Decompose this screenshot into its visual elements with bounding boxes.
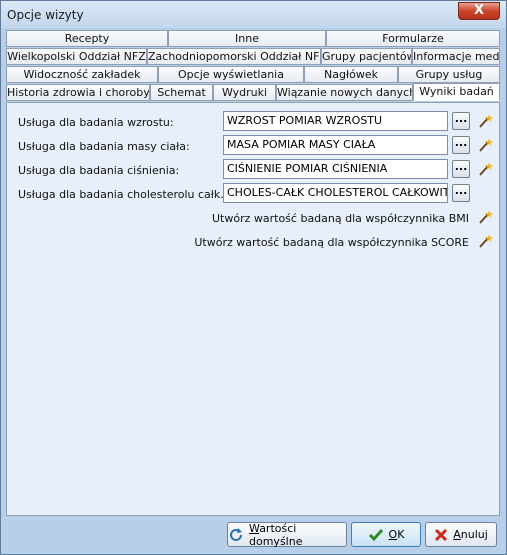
wand-icon[interactable] [477,233,493,249]
tab-wyniki-badan[interactable]: Wyniki badań [413,83,500,101]
pressure-service-field[interactable]: CIŚNIENIE POMIAR CIŚNIENIA [223,159,448,179]
create-score-label[interactable]: Utwórz wartość badaną dla współczynnika … [194,236,469,249]
wand-icon[interactable] [477,137,493,153]
height-service-field[interactable]: WZROST POMIAR WZROSTU [223,111,448,131]
cholesterol-service-field[interactable]: CHOLES-CAŁK CHOLESTEROL CAŁKOWITY [223,183,448,203]
cancel-button[interactable]: Anuluj [425,522,497,547]
tab-grupy-pacjentow[interactable]: Grupy pacjentów [321,48,412,65]
cholesterol-service-label: Usługa dla badania cholesterolu całk.: [18,188,228,201]
pressure-service-label: Usługa dla badania ciśnienia: [18,164,180,177]
x-icon [434,528,448,542]
height-service-label: Usługa dla badania wzrostu: [18,116,174,129]
tab-wielkopolski-nfz[interactable]: Wielkopolski Oddział NFZ [6,48,147,65]
refresh-icon [228,527,244,543]
ok-label: OK [388,528,405,541]
tab-panel-wyniki-badan: Usługa dla badania wzrostu: WZROST POMIA… [6,102,500,516]
mass-service-field[interactable]: MASA POMIAR MASY CIAŁA [223,135,448,155]
wand-icon[interactable] [477,161,493,177]
close-button[interactable]: X [458,2,500,20]
tab-widocznosc-zakladek[interactable]: Widoczność zakładek [6,66,158,83]
tab-inne[interactable]: Inne [168,30,326,47]
wand-icon[interactable] [477,209,493,225]
create-bmi-label[interactable]: Utwórz wartość badaną dla współczynnika … [212,212,469,225]
tab-informacje-med[interactable]: Informacje med. [412,48,500,65]
tab-schemat[interactable]: Schemat [150,84,213,101]
pressure-service-browse-button[interactable]: ... [452,160,470,178]
default-values-button[interactable]: Wartości domyślne [227,521,347,548]
tab-opcje-wyswietlania[interactable]: Opcje wyświetlania [158,66,304,83]
cholesterol-service-browse-button[interactable]: ... [452,184,470,202]
mass-service-browse-button[interactable]: ... [452,136,470,154]
tab-grupy-uslug[interactable]: Grupy usług [398,66,500,83]
default-values-label: Wartości domyślne [249,521,303,548]
wand-icon[interactable] [477,113,493,129]
dialog-window: Opcje wizyty X Recepty Inne Formularze W… [0,0,507,555]
tab-wydruki[interactable]: Wydruki [213,84,276,101]
cancel-label: Anuluj [453,528,488,541]
tab-zachodniopomorski-nfz[interactable]: Zachodniopomorski Oddział NFZ [147,48,321,65]
tab-strip: Recepty Inne Formularze Wielkopolski Odd… [6,30,500,102]
tab-historia-zdrowia[interactable]: Historia zdrowia i choroby [6,84,150,101]
tab-recepty[interactable]: Recepty [6,30,168,47]
window-title: Opcje wizyty [7,8,84,22]
tab-naglowek[interactable]: Nagłówek [304,66,398,83]
check-icon [368,527,384,543]
mass-service-label: Usługa dla badania masy ciała: [18,140,190,153]
height-service-browse-button[interactable]: ... [452,112,470,130]
tab-formularze[interactable]: Formularze [326,30,500,47]
ok-button[interactable]: OK [351,522,421,547]
title-bar[interactable]: Opcje wizyty X [1,1,506,28]
tab-wiazanie-nowych-danych[interactable]: Wiązanie nowych danych [276,84,413,101]
